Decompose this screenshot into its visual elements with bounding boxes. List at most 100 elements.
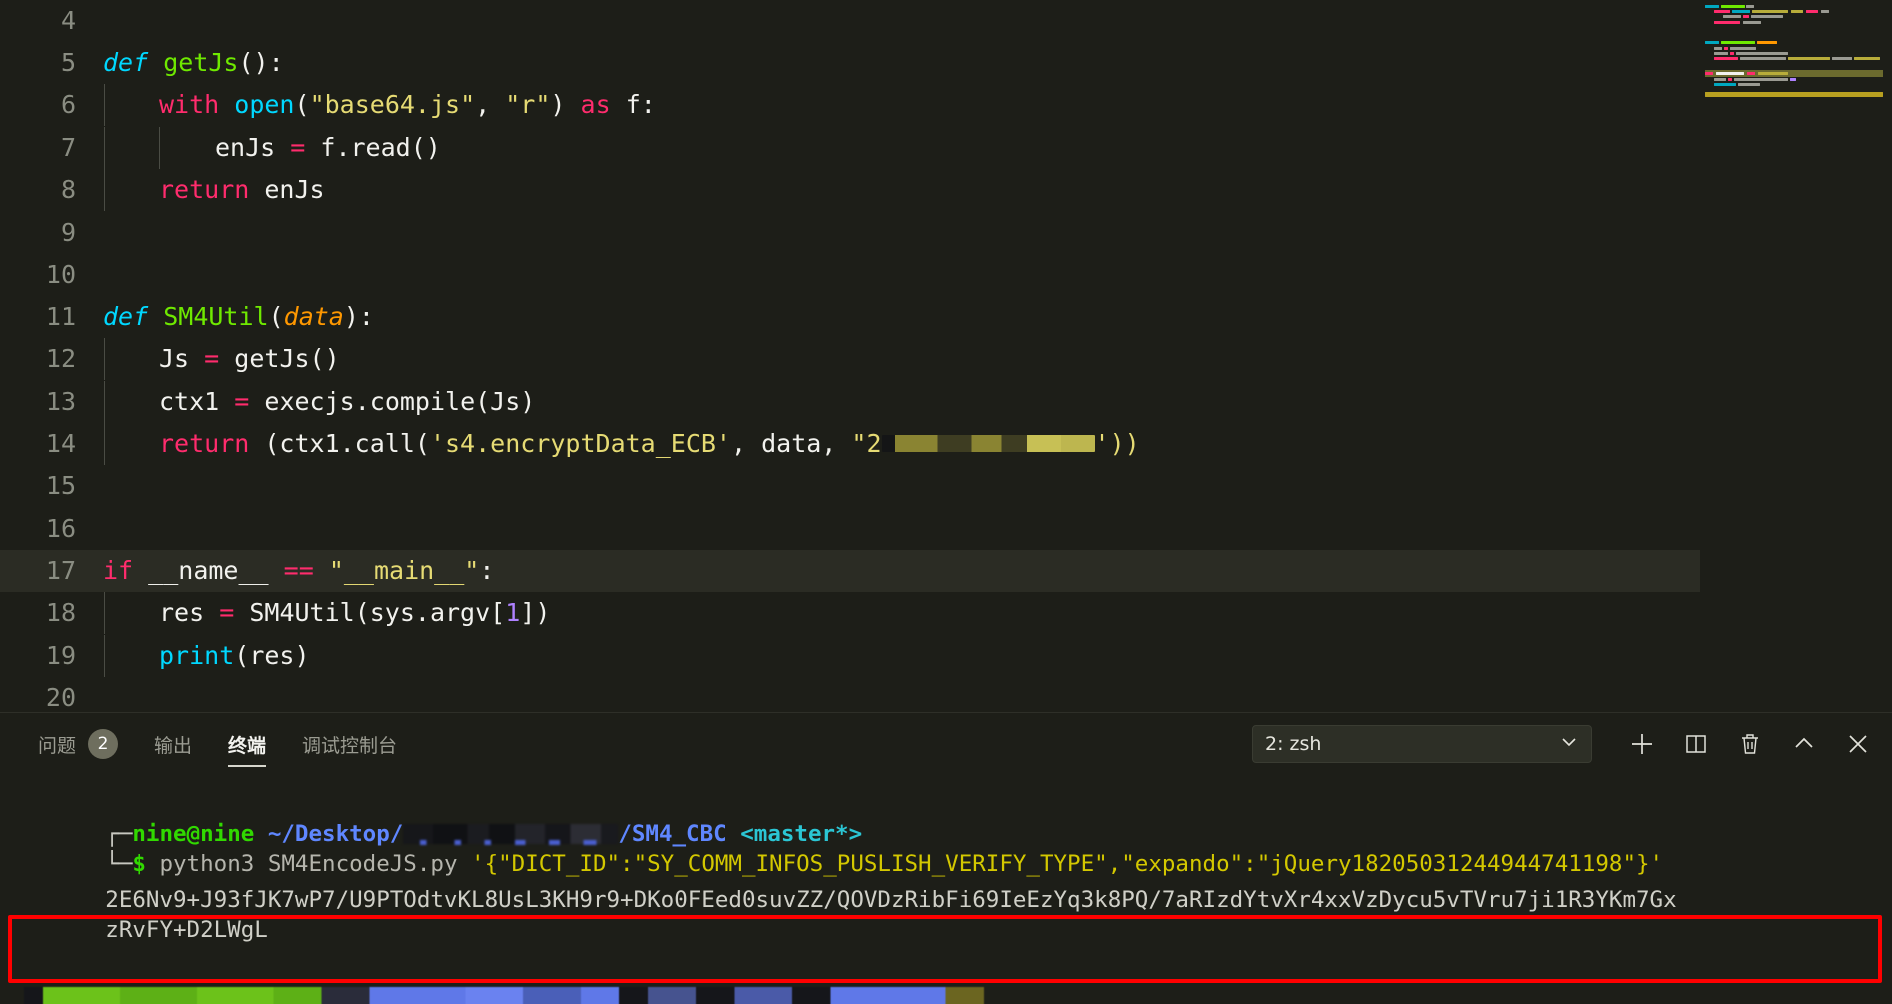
code-text: def SM4Util(data):	[103, 302, 374, 331]
code-line[interactable]: 19 print(res)	[0, 635, 310, 678]
tab-problems-label: 问题	[38, 734, 77, 757]
indent-guide	[104, 338, 105, 381]
indent-guide	[104, 381, 105, 424]
token-open: open	[234, 90, 295, 119]
line-number: 15	[45, 471, 76, 500]
code-text: return (ctx1.call('s4.encryptData_ECB', …	[159, 423, 1140, 465]
kill-terminal-icon[interactable]	[1736, 730, 1764, 758]
code-line[interactable]: 16	[0, 508, 90, 550]
token-string: "r"	[505, 90, 551, 119]
token-enjs: enJs	[264, 175, 325, 204]
indent-guide	[104, 592, 105, 635]
token-string-end: '))	[1094, 429, 1140, 458]
token-call-open: (ctx1.call(	[264, 429, 430, 458]
terminal-output-line-1: 2E6Nv9+J93fJK7wP7/U9PTOdtvKL8UsL3KH9r9+D…	[24, 857, 1676, 913]
token-param: data	[283, 302, 344, 331]
token-assign: =	[219, 598, 235, 627]
code-line[interactable]: 6 with open("base64.js", "r") as f:	[0, 84, 656, 127]
code-line-current[interactable]: 17 if __name__ == "__main__":	[0, 550, 1700, 593]
code-line[interactable]: 9	[0, 212, 90, 254]
code-line[interactable]: 20	[0, 677, 90, 712]
code-text: Js = getJs()	[159, 338, 340, 380]
tab-terminal[interactable]: 终端	[210, 713, 284, 775]
token-function-name: SM4Util	[163, 302, 269, 331]
code-line[interactable]: 8 return enJs	[0, 169, 325, 212]
minimap[interactable]	[1700, 0, 1892, 712]
problems-count-badge: 2	[88, 729, 119, 759]
code-line[interactable]: 11 def SM4Util(data):	[0, 296, 374, 338]
line-number: 18	[45, 598, 76, 627]
code-line[interactable]: 7 enJs = f.read()	[0, 127, 441, 170]
panel-header: 问题 2 输出 终端 调试控制台 2: zsh	[0, 713, 1892, 775]
token-def: def	[103, 302, 149, 331]
token-close-paren: ])	[520, 598, 551, 627]
line-number: 6	[60, 90, 76, 119]
code-line[interactable]: 14 return (ctx1.call('s4.encryptData_ECB…	[0, 423, 1140, 466]
indent-guide	[104, 423, 105, 466]
line-number: 17	[45, 556, 76, 585]
line-number: 4	[60, 6, 76, 35]
code-line[interactable]: 18 res = SM4Util(sys.argv[1])	[0, 592, 550, 635]
code-text: return enJs	[159, 169, 325, 211]
terminal-selector-dropdown[interactable]: 2: zsh	[1252, 725, 1592, 763]
indent-guide	[104, 169, 105, 212]
output-highlight-box	[8, 915, 1882, 983]
token-return: return	[159, 429, 250, 458]
line-number: 7	[60, 133, 76, 162]
token-f: f:	[625, 90, 656, 119]
maximize-panel-icon[interactable]	[1790, 730, 1818, 758]
code-line[interactable]: 5 def getJs():	[0, 42, 284, 84]
indent-guide	[104, 84, 105, 127]
code-line[interactable]: 10	[0, 254, 90, 296]
tab-terminal-label: 终端	[228, 734, 267, 757]
token-js: Js	[159, 344, 190, 373]
code-text: with open("base64.js", "r") as f:	[159, 90, 656, 119]
terminal-output-line-2: zRvFY+D2LWgL	[24, 887, 268, 943]
token-as: as	[580, 90, 611, 119]
close-panel-icon[interactable]	[1844, 730, 1872, 758]
redacted-prompt-line	[24, 987, 984, 1004]
code-line[interactable]: 12 Js = getJs()	[0, 338, 340, 381]
token-res: res	[159, 598, 205, 627]
minimap-content	[1705, 4, 1883, 98]
code-text: if __name__ == "__main__":	[103, 550, 494, 592]
output-base64-part1: 2E6Nv9+J93fJK7wP7/U9PTOdtvKL8UsL3KH9r9+D…	[105, 887, 1677, 913]
code-editor[interactable]: 4 5 def getJs(): 6 with open("base64.js"…	[0, 0, 1892, 712]
token-assign: =	[290, 133, 306, 162]
line-number: 14	[45, 429, 76, 458]
tab-debug-console[interactable]: 调试控制台	[284, 713, 415, 775]
code-text: def getJs():	[103, 48, 284, 77]
panel-tabs[interactable]: 问题 2 输出 终端 调试控制台	[20, 713, 415, 775]
indent-guide	[104, 635, 105, 678]
split-terminal-icon[interactable]	[1682, 730, 1710, 758]
bottom-panel[interactable]: 问题 2 输出 终端 调试控制台 2: zsh ┌─nine@nine ~/De…	[0, 712, 1892, 1004]
terminal-output[interactable]: ┌─nine@nine ~/Desktop//SM4_CBC <master*>…	[0, 775, 1892, 1004]
code-line[interactable]: 15	[0, 465, 90, 507]
token-def: def	[103, 48, 149, 77]
token-colon: :	[479, 556, 495, 585]
chevron-down-icon	[1559, 732, 1579, 757]
token-execjs-compile: execjs.compile(Js)	[264, 387, 536, 416]
tab-debug-console-label: 调试控制台	[302, 734, 398, 757]
token-fread: f.read()	[320, 133, 441, 162]
tab-output[interactable]: 输出	[136, 713, 210, 775]
add-terminal-icon[interactable]	[1628, 730, 1656, 758]
terminal-prompt-line: ┌─nine@nine ~/Desktop//SM4_CBC <master*>	[24, 791, 862, 847]
line-number: 12	[45, 344, 76, 373]
panel-header-actions[interactable]	[1628, 725, 1872, 763]
line-number: 10	[45, 260, 76, 289]
code-text: res = SM4Util(sys.argv[1])	[159, 592, 550, 634]
line-number: 13	[45, 387, 76, 416]
line-number: 20	[45, 683, 76, 712]
token-string: "base64.js"	[309, 90, 476, 119]
token-enjs: enJs	[215, 133, 276, 162]
line-number: 8	[60, 175, 76, 204]
token-getjs-call: getJs()	[234, 344, 340, 373]
line-number: 11	[45, 302, 76, 331]
token-data-arg: , data,	[730, 429, 852, 458]
token-assign: =	[204, 344, 220, 373]
token-ctx1: ctx1	[159, 387, 220, 416]
code-line[interactable]: 4	[0, 0, 90, 42]
tab-problems[interactable]: 问题 2	[20, 713, 136, 775]
code-line[interactable]: 13 ctx1 = execjs.compile(Js)	[0, 381, 535, 424]
